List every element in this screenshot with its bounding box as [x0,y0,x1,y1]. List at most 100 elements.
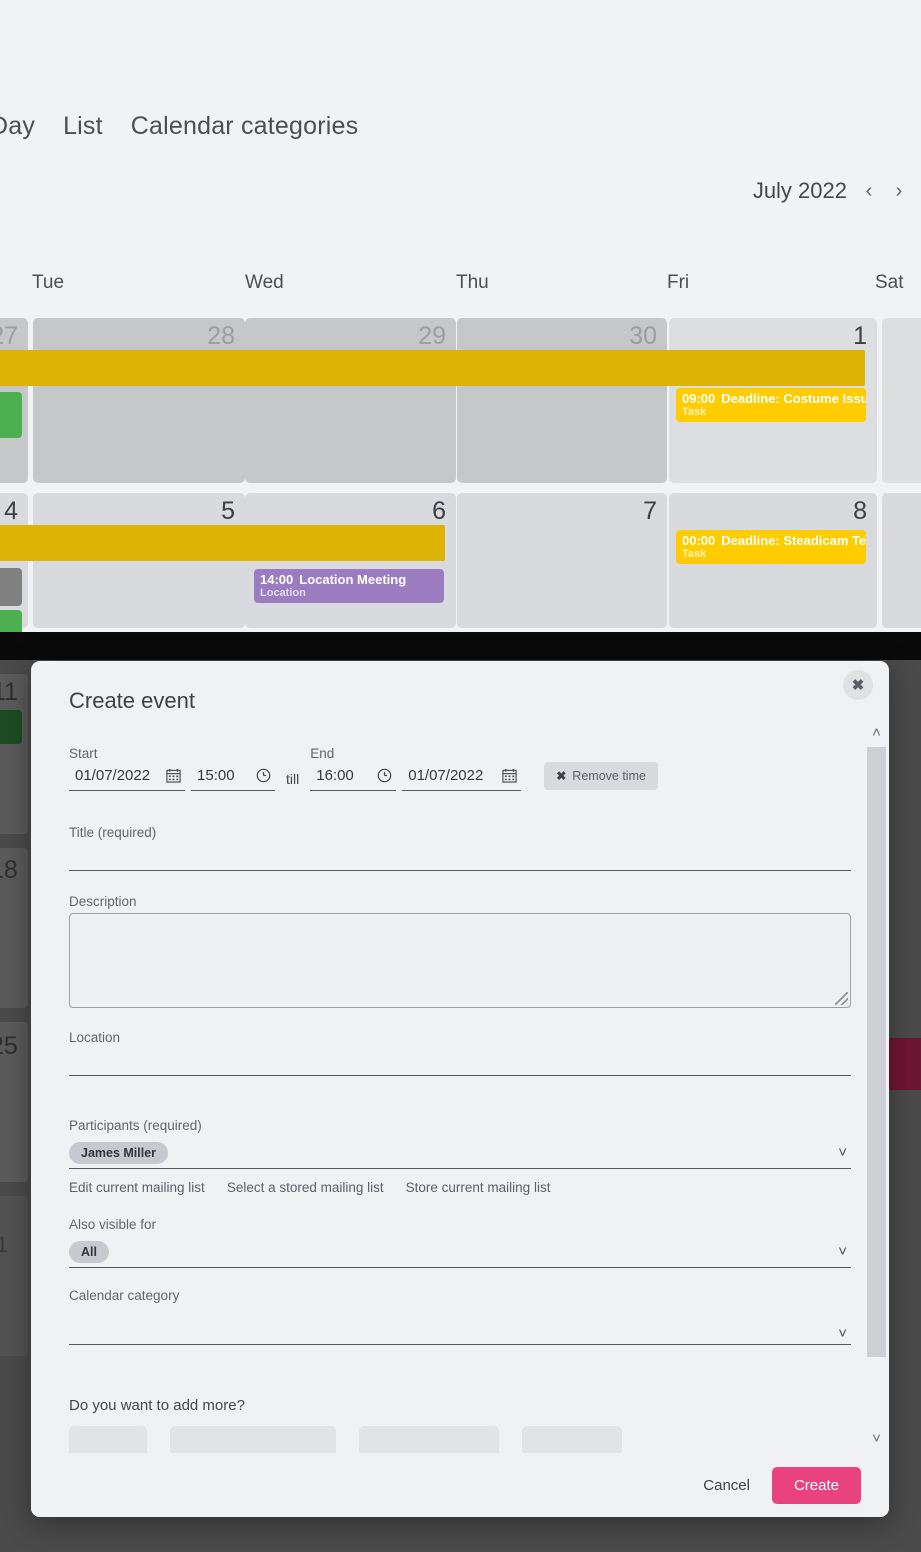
day-cell[interactable] [882,493,921,628]
dialog-footer: Cancel Create [31,1453,889,1517]
event-time: 14:00 [260,572,294,587]
day-cell[interactable]: 29 [245,318,456,483]
clock-icon[interactable] [256,768,271,783]
next-month-arrow-icon[interactable]: › [891,180,907,203]
event-title-line: 09:00 Deadline: Costume Issu [682,391,866,406]
day-name-header: Tue Wed Thu Fri Sat [0,272,921,308]
start-date-value: 01/07/2022 [75,766,151,784]
title-input[interactable] [69,844,851,871]
event-time: 09:00 [682,391,716,406]
event-title-line: 14:00 Location Meeting [260,572,438,587]
add-more-button[interactable] [522,1426,622,1453]
day-cell[interactable] [882,318,921,483]
day-cell[interactable]: 28 [33,318,245,483]
day-number: 29 [418,322,446,350]
close-icon[interactable]: ✖ [843,670,873,700]
cancel-button[interactable]: Cancel [703,1477,750,1494]
dialog-scrollbar[interactable]: ˄ ˅ [864,718,889,1453]
tab-day[interactable]: Day [0,112,35,141]
end-date-input[interactable]: 01/07/2022 [402,765,522,791]
select-stored-mailing-list-link[interactable]: Select a stored mailing list [227,1180,384,1195]
location-input[interactable] [69,1049,851,1076]
create-event-form: Start 01/07/2022 15:00 till End 16:00 01… [31,746,889,1453]
view-tabs: Day List Calendar categories [0,112,358,141]
day-number: 25 [0,1032,18,1060]
add-more-button[interactable] [69,1426,147,1453]
day-number: 6 [432,497,446,525]
all-day-event-bar[interactable] [0,350,865,386]
end-time-input[interactable]: 16:00 [310,765,397,791]
day-number: 11 [0,678,18,706]
create-button[interactable]: Create [771,1466,861,1504]
remove-time-button[interactable]: ✖ Remove time [544,762,658,790]
day-name-tue: Tue [32,272,65,293]
close-x-icon: ✖ [556,769,567,783]
add-more-buttons [69,1426,851,1453]
add-more-label: Do you want to add more? [69,1397,245,1414]
chevron-down-icon[interactable]: ˅ [838,1144,847,1161]
month-grid: 27 28 29 30 1 09:00 Deadline: Costume Iss… [0,310,921,650]
participants-select[interactable]: James Miller ˅ [69,1137,851,1169]
day-number: 1 [853,322,867,350]
add-more-button[interactable] [359,1426,499,1453]
also-visible-field-label: Also visible for [69,1217,157,1232]
calendar-event[interactable]: 00:00 Deadline: Steadicam Te Task [676,530,866,564]
start-time-value: 15:00 [197,766,235,784]
screen: Day List Calendar categories July 2022 ‹… [0,0,921,1552]
event-category: Location [260,587,306,599]
tab-calendar-categories[interactable]: Calendar categories [131,112,359,141]
calendar-event[interactable]: 09:00 Deadline: Costume Issu Task [676,388,866,422]
end-date-value: 01/07/2022 [408,766,484,784]
scrollbar-thumb[interactable] [867,747,886,1357]
day-number: 4 [4,497,18,525]
day-name-thu: Thu [456,272,489,293]
start-label: Start [69,746,98,761]
calendar-event[interactable] [0,392,22,438]
day-cell[interactable]: 30 [457,318,667,483]
dim-calendar-event [888,1038,921,1090]
add-more-button[interactable] [170,1426,336,1453]
all-day-event-bar[interactable] [0,525,445,561]
event-time: 00:00 [682,533,716,548]
chevron-down-icon[interactable]: ˅ [838,1243,847,1260]
scroll-up-arrow-icon[interactable]: ˄ [872,718,881,747]
dim-calendar-event [0,710,22,744]
day-number: 18 [0,856,18,884]
remove-time-label: Remove time [572,769,646,783]
event-title: Deadline: Costume Issu [721,391,866,406]
calendar-icon[interactable] [166,768,181,783]
calendar-event[interactable]: 14:00 Location Meeting Location [254,569,444,603]
participants-field-label: Participants (required) [69,1118,202,1133]
calendar-event[interactable] [0,568,22,606]
chevron-down-icon[interactable]: ˅ [838,1325,847,1342]
create-event-dialog: Create event ✖ Start 01/07/2022 15:00 ti… [31,661,889,1517]
scroll-down-arrow-icon[interactable]: ˅ [872,1424,881,1453]
day-cell[interactable]: 7 [457,493,667,628]
also-visible-chip[interactable]: All [69,1240,109,1263]
store-current-mailing-list-link[interactable]: Store current mailing list [406,1180,551,1195]
day-number: 1 [0,1232,9,1257]
location-field-label: Location [69,1030,121,1045]
calendar-category-select[interactable]: ˅ [69,1307,851,1345]
prev-month-arrow-icon[interactable]: ‹ [861,180,877,203]
event-title: Location Meeting [299,572,407,587]
dialog-scroll-area: Start 01/07/2022 15:00 till End 16:00 01… [31,718,889,1453]
day-name-fri: Fri [667,272,690,293]
day-name-sat: Sat [875,272,904,293]
till-label: till [286,771,300,787]
day-name-wed: Wed [245,272,284,293]
calendar-icon[interactable] [502,768,517,783]
dim-day-cell [0,1196,28,1356]
day-number: 30 [629,322,657,350]
tab-list[interactable]: List [63,112,103,141]
clock-icon[interactable] [377,768,392,783]
also-visible-select[interactable]: All ˅ [69,1236,851,1268]
start-date-input[interactable]: 01/07/2022 [69,765,186,791]
start-time-input[interactable]: 15:00 [191,765,275,791]
participant-chip[interactable]: James Miller [69,1141,169,1164]
edit-current-mailing-list-link[interactable]: Edit current mailing list [69,1180,205,1195]
description-textarea[interactable] [69,913,851,1008]
event-category: Task [682,548,707,560]
event-category: Task [682,406,707,418]
scrollbar-track[interactable] [864,747,889,1424]
